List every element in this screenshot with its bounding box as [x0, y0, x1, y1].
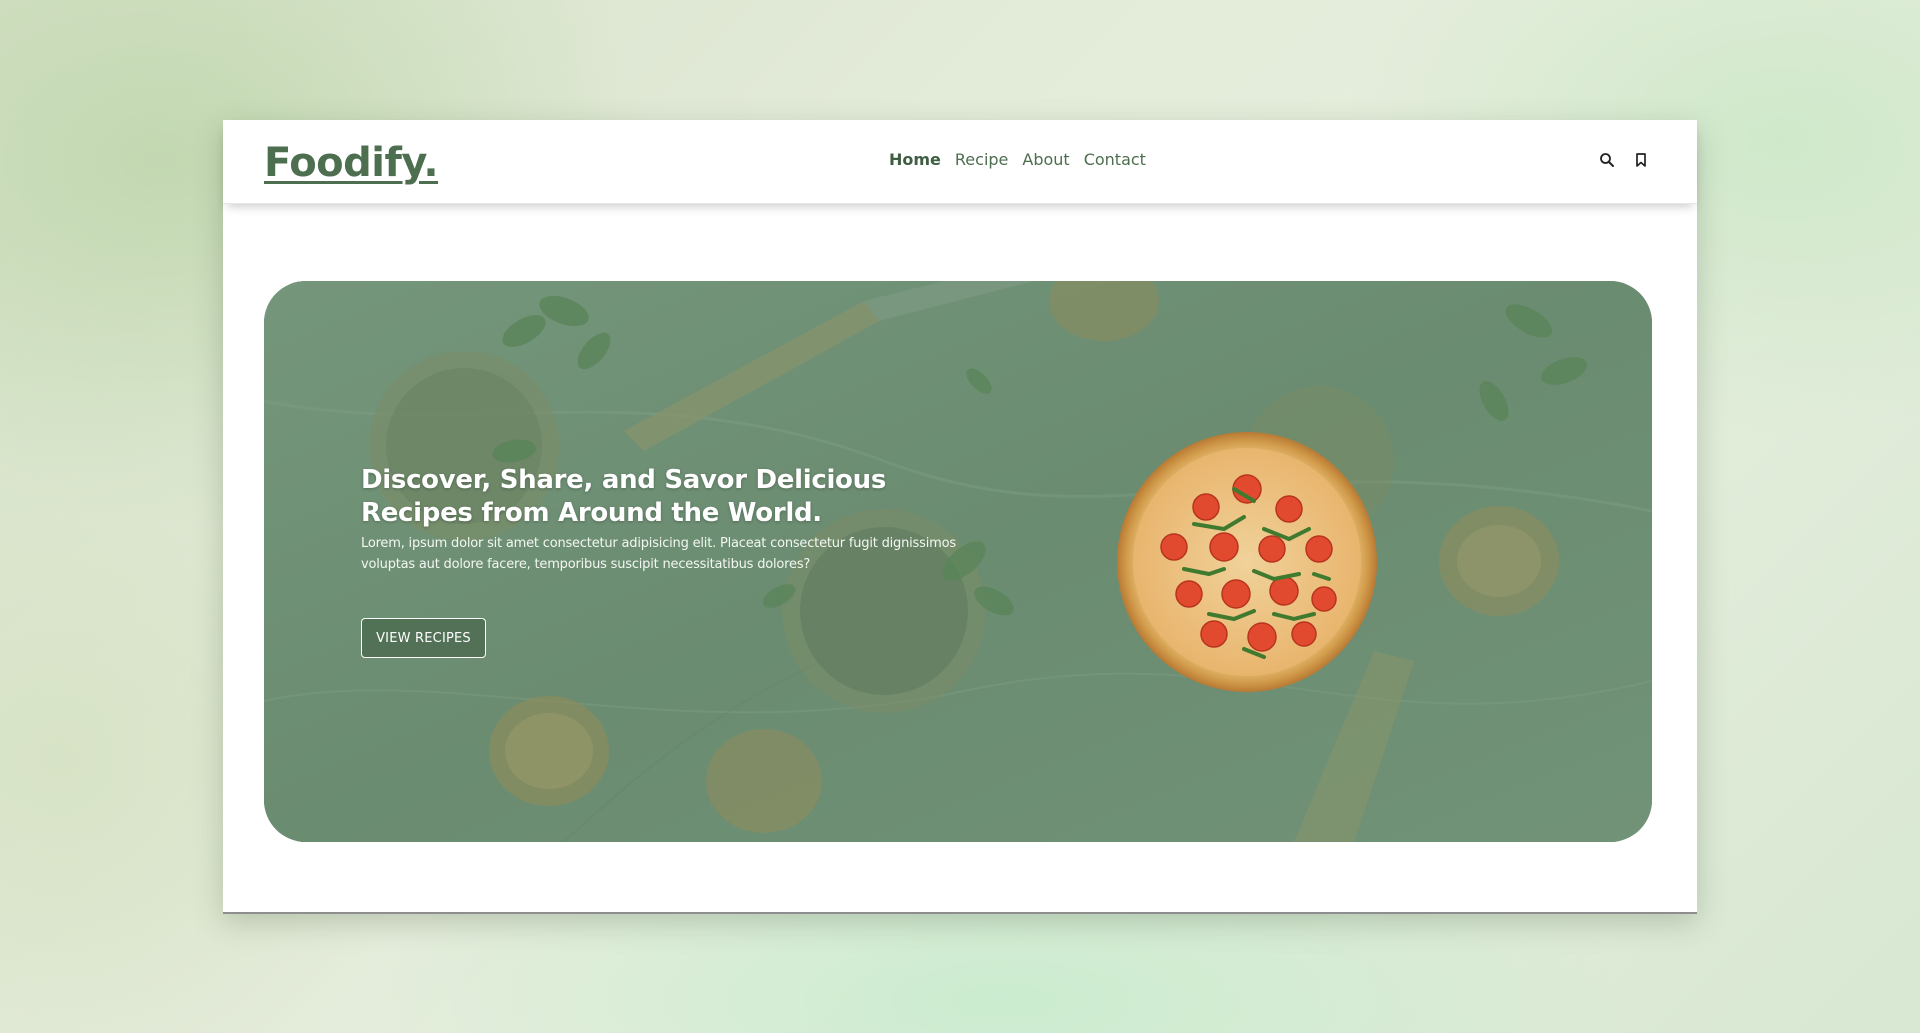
nav-icon-group [1599, 152, 1649, 168]
hero-banner: Discover, Share, and Savor Delicious Rec… [264, 281, 1652, 842]
main-nav: Home Recipe About Contact [889, 150, 1146, 169]
hero-text-block: Discover, Share, and Savor Delicious Rec… [361, 464, 981, 575]
nav-link-about[interactable]: About [1022, 150, 1069, 169]
nav-link-contact[interactable]: Contact [1084, 150, 1146, 169]
view-recipes-button[interactable]: VIEW RECIPES [361, 618, 486, 658]
browser-window: Foodify. Home Recipe About Contact Disco… [223, 120, 1697, 912]
pizza-image [1117, 432, 1377, 692]
search-icon[interactable] [1599, 152, 1615, 168]
site-logo[interactable]: Foodify. [264, 140, 439, 186]
hero-description: Lorem, ipsum dolor sit amet consectetur … [361, 536, 956, 572]
nav-link-recipe[interactable]: Recipe [955, 150, 1008, 169]
bookmark-icon[interactable] [1633, 152, 1649, 168]
top-navbar: Foodify. Home Recipe About Contact [223, 120, 1697, 204]
hero-title: Discover, Share, and Savor Delicious Rec… [361, 465, 887, 528]
nav-link-home[interactable]: Home [889, 150, 941, 169]
